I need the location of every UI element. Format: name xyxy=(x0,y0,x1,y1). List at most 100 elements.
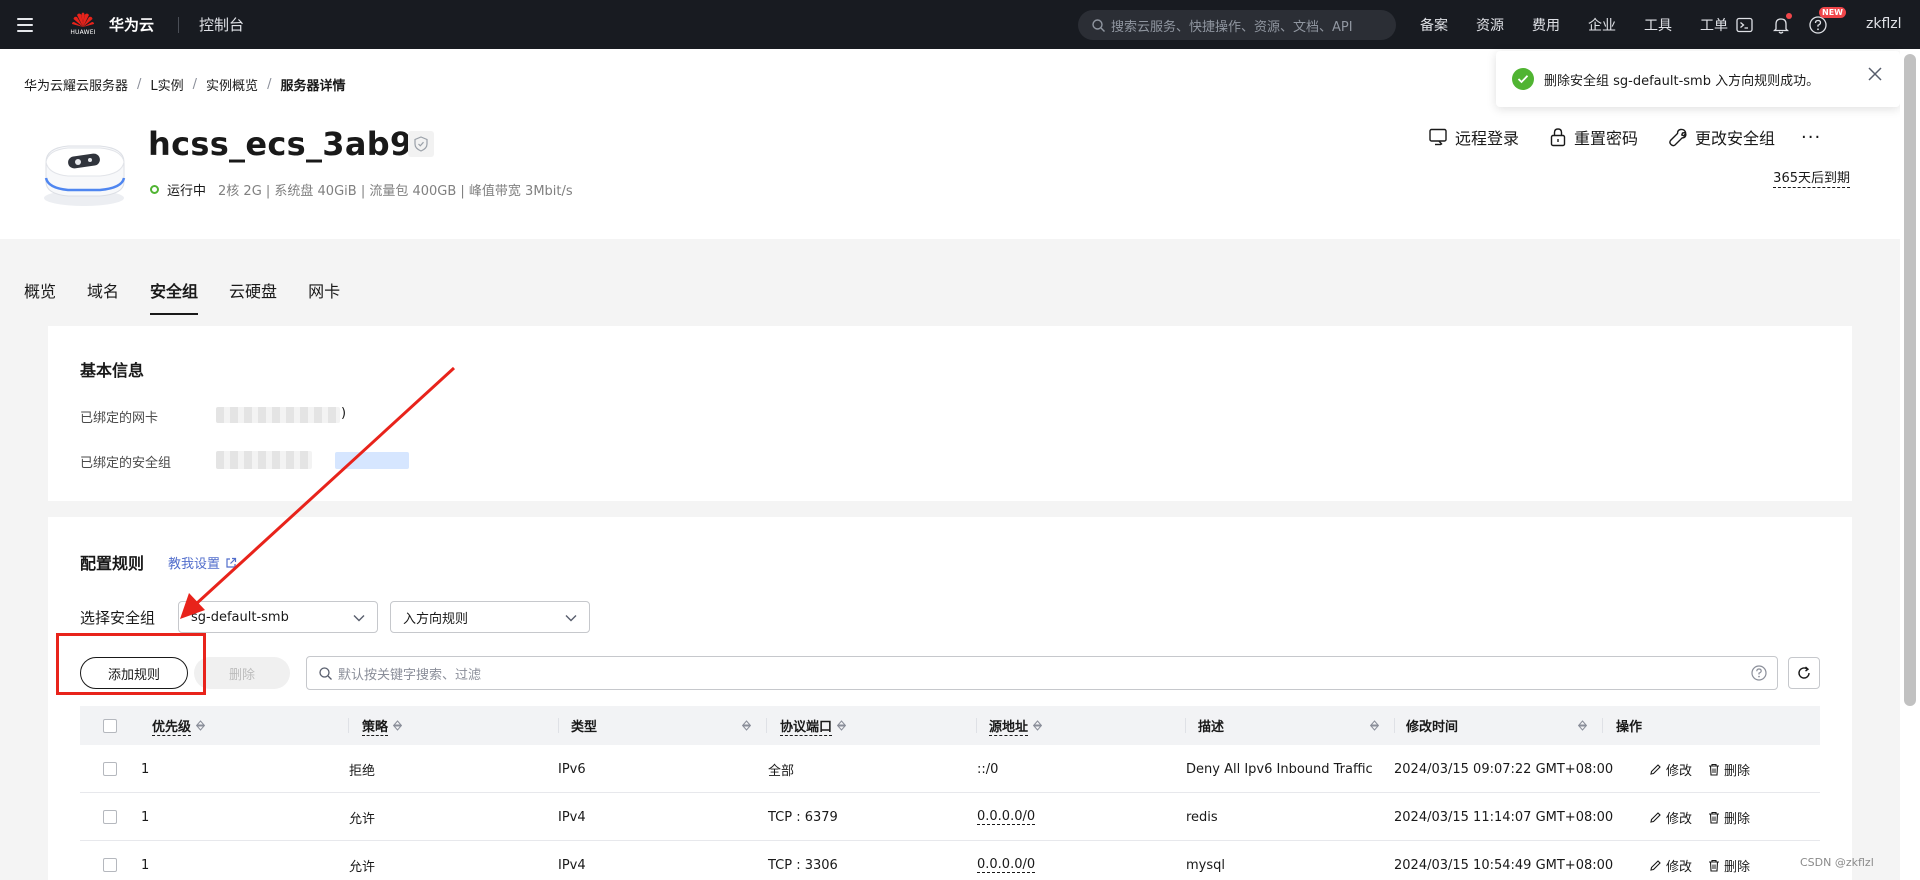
change-security-group-button[interactable]: 更改安全组 xyxy=(1668,125,1775,149)
delete-rule-row-button[interactable]: 删除 xyxy=(1708,808,1750,827)
security-group-select-value: sg-default-smb xyxy=(191,609,289,625)
global-search-placeholder: 搜索云服务、快捷操作、资源、文档、API xyxy=(1111,19,1353,35)
trash-icon xyxy=(1709,811,1720,824)
column-port[interactable]: 协议端口 xyxy=(780,706,847,745)
cell-type: IPv4 xyxy=(558,809,586,825)
tab-domain[interactable]: 域名 xyxy=(87,271,119,315)
redacted-sg-value xyxy=(216,451,312,469)
column-policy[interactable]: 策略 xyxy=(362,706,403,745)
nav-link-beian[interactable]: 备案 xyxy=(1420,15,1448,35)
cell-port: 全部 xyxy=(768,763,795,779)
breadcrumb-separator: / xyxy=(267,77,272,92)
sort-icon[interactable] xyxy=(1578,720,1587,731)
direction-select[interactable]: 入方向规则 xyxy=(390,601,590,633)
server-actions: 远程登录 重置密码 更改安全组 ··· xyxy=(1428,125,1821,149)
console-link[interactable]: 控制台 xyxy=(199,14,244,35)
tab-cloud-disk[interactable]: 云硬盘 xyxy=(229,271,277,315)
cell-port: TCP : 3306 xyxy=(768,857,838,873)
redacted-sg-link[interactable] xyxy=(335,452,409,469)
rules-search-input[interactable]: 默认按关键字搜索、过滤 xyxy=(306,656,1778,690)
edit-rule-button[interactable]: 修改 xyxy=(1649,808,1692,827)
success-toast: 删除安全组 sg-default-smb 入方向规则成功。 xyxy=(1496,51,1900,107)
chevron-down-icon xyxy=(565,615,577,622)
expiry-label[interactable]: 365天后到期 xyxy=(1773,167,1850,188)
delete-rule-button[interactable]: 删除 xyxy=(194,657,290,689)
status-running-icon xyxy=(150,185,159,194)
breadcrumb-item-l-instance[interactable]: L实例 xyxy=(150,75,183,94)
tab-security-group[interactable]: 安全组 xyxy=(150,271,199,315)
delete-rule-row-button[interactable]: 删除 xyxy=(1708,760,1750,779)
watermark: CSDN @zkflzl xyxy=(1800,856,1874,869)
row-checkbox[interactable] xyxy=(103,762,117,776)
breadcrumb-item-overview[interactable]: 实例概览 xyxy=(206,75,258,94)
server-specs: 2核 2G | 系统盘 40GiB | 流量包 400GB | 峰值带宽 3Mb… xyxy=(218,184,573,199)
select-sg-label: 选择安全组 xyxy=(80,609,156,627)
guide-link[interactable]: 教我设置 xyxy=(168,553,237,572)
delete-rule-row-button[interactable]: 删除 xyxy=(1708,856,1750,875)
nav-link-billing[interactable]: 费用 xyxy=(1532,15,1560,35)
row-checkbox[interactable] xyxy=(103,858,117,872)
edit-rule-button[interactable]: 修改 xyxy=(1649,856,1692,875)
trash-icon xyxy=(1709,763,1720,776)
cell-modified-time: 2024/03/15 09:07:22 GMT+08:00 xyxy=(1394,761,1614,777)
username[interactable]: zkflzl xyxy=(1866,16,1902,32)
top-nav-links: 备案 资源 费用 企业 工具 工单 xyxy=(1420,0,1756,49)
nav-link-resources[interactable]: 资源 xyxy=(1476,15,1504,35)
edit-rule-button[interactable]: 修改 xyxy=(1649,760,1692,779)
sort-icon[interactable] xyxy=(196,720,206,731)
bell-icon[interactable] xyxy=(1773,12,1792,34)
lock-icon xyxy=(1550,128,1566,147)
annotation-highlight-box xyxy=(56,633,206,695)
cloud-shell-icon[interactable] xyxy=(1736,17,1753,33)
column-modified-time[interactable]: 修改时间 xyxy=(1406,706,1458,745)
shield-icon[interactable] xyxy=(408,131,434,157)
search-icon xyxy=(319,666,332,680)
remote-login-label: 远程登录 xyxy=(1455,129,1520,148)
help-icon[interactable] xyxy=(1751,665,1767,681)
security-group-select[interactable]: sg-default-smb xyxy=(178,601,378,633)
wrench-icon xyxy=(1669,128,1687,147)
column-description[interactable]: 描述 xyxy=(1198,706,1224,745)
cell-type: IPv4 xyxy=(558,857,586,873)
tab-nic[interactable]: 网卡 xyxy=(308,271,340,315)
cell-description: Deny All Ipv6 Inbound Traffic xyxy=(1186,761,1373,777)
close-icon[interactable] xyxy=(1868,67,1882,81)
chevron-down-icon xyxy=(353,615,365,622)
sort-icon[interactable] xyxy=(1033,720,1043,731)
sort-icon[interactable] xyxy=(742,720,751,731)
global-search-input[interactable]: 搜索云服务、快捷操作、资源、文档、API xyxy=(1078,10,1396,40)
pencil-icon xyxy=(1650,859,1661,871)
cell-source[interactable]: 0.0.0.0/0 xyxy=(977,857,1036,873)
breadcrumb-item-flexus[interactable]: 华为云耀云服务器 xyxy=(24,75,128,94)
top-nav-icons: NEW xyxy=(1736,0,1847,49)
nav-link-tickets[interactable]: 工单 xyxy=(1700,15,1728,35)
sort-icon[interactable] xyxy=(837,720,847,731)
nav-link-enterprise[interactable]: 企业 xyxy=(1588,15,1616,35)
help-icon[interactable]: NEW xyxy=(1809,6,1846,34)
column-actions: 操作 xyxy=(1616,720,1643,735)
new-badge: NEW xyxy=(1819,6,1846,18)
remote-login-button[interactable]: 远程登录 xyxy=(1428,125,1519,149)
cell-source[interactable]: 0.0.0.0/0 xyxy=(977,809,1036,825)
status-text: 运行中 xyxy=(167,184,207,199)
huawei-logo[interactable]: HUAWEI 华为云 xyxy=(69,10,154,40)
huawei-flower-icon xyxy=(72,12,94,27)
select-all-checkbox[interactable] xyxy=(103,718,117,733)
reset-password-button[interactable]: 重置密码 xyxy=(1549,125,1638,149)
tab-overview[interactable]: 概览 xyxy=(24,271,56,315)
sort-icon[interactable] xyxy=(1370,720,1379,731)
row-checkbox[interactable] xyxy=(103,810,117,824)
column-priority[interactable]: 优先级 xyxy=(152,706,206,745)
guide-link-label: 教我设置 xyxy=(168,557,221,572)
menu-icon[interactable] xyxy=(17,17,33,32)
bound-nic-suffix: ) xyxy=(341,406,347,421)
refresh-button[interactable] xyxy=(1788,657,1820,689)
page-scrollbar-thumb[interactable] xyxy=(1904,54,1916,706)
more-actions-button[interactable]: ··· xyxy=(1801,127,1821,148)
sort-icon[interactable] xyxy=(393,720,403,731)
success-check-icon xyxy=(1512,68,1534,90)
nav-link-tools[interactable]: 工具 xyxy=(1644,15,1672,35)
column-source[interactable]: 源地址 xyxy=(989,706,1043,745)
column-type[interactable]: 类型 xyxy=(571,706,597,745)
cell-type: IPv6 xyxy=(558,761,586,777)
